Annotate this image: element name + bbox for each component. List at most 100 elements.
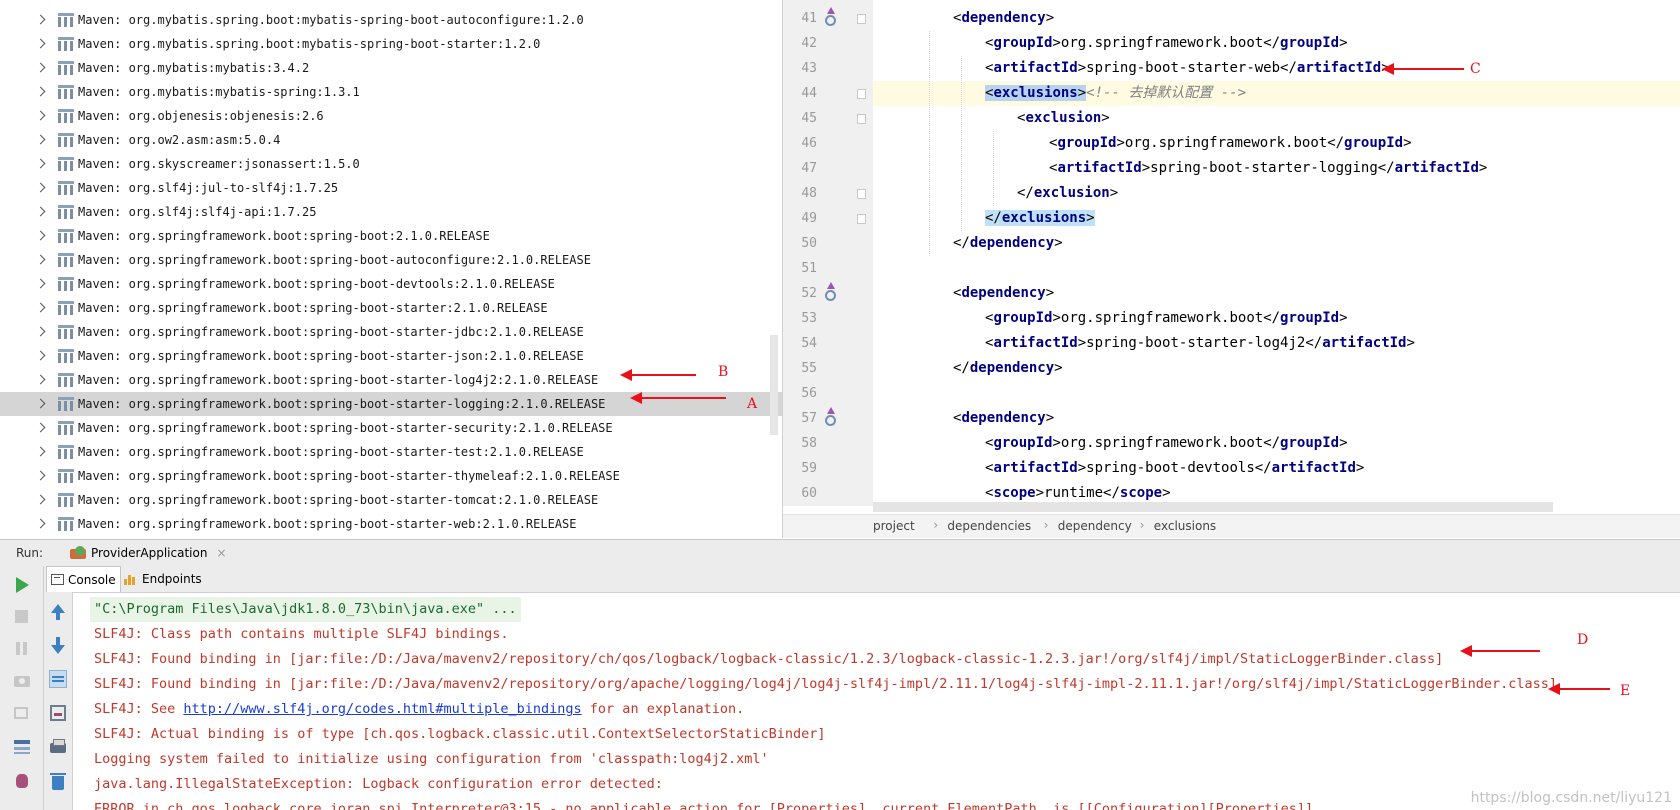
code-line[interactable]: <artifactId>spring-boot-starter-log4j2</… <box>873 331 1680 356</box>
tree-item[interactable]: Maven: org.objenesis:objenesis:2.6 <box>0 104 782 128</box>
debug-icon[interactable] <box>11 770 33 792</box>
layout-icon[interactable] <box>11 736 33 758</box>
chevron-right-icon[interactable] <box>36 159 46 169</box>
code-line[interactable]: <groupId>org.springframework.boot</group… <box>873 31 1680 56</box>
clear-all-icon[interactable] <box>47 770 69 792</box>
code-line[interactable]: <exclusion> <box>873 106 1680 131</box>
tree-item[interactable]: Maven: org.springframework.boot:spring-b… <box>0 296 782 320</box>
run-config-tab[interactable]: ProviderApplication × <box>64 542 233 564</box>
chevron-right-icon[interactable] <box>36 471 46 481</box>
rerun-icon[interactable] <box>11 574 33 596</box>
scroll-up-icon[interactable] <box>47 602 69 624</box>
chevron-right-icon[interactable] <box>36 399 46 409</box>
code-line[interactable]: <dependency> <box>873 6 1680 31</box>
exit-icon[interactable] <box>11 702 33 724</box>
tab-endpoints[interactable]: Endpoints <box>120 566 206 592</box>
parent-dependency-icon[interactable] <box>821 407 837 427</box>
chevron-right-icon[interactable] <box>36 231 46 241</box>
tree-item[interactable]: Maven: org.slf4j:slf4j-api:1.7.25 <box>0 200 782 224</box>
parent-dependency-icon[interactable] <box>821 282 837 302</box>
breadcrumb-item[interactable]: dependencies <box>947 519 1031 533</box>
chevron-right-icon[interactable] <box>36 207 46 217</box>
dump-threads-icon[interactable] <box>11 670 33 692</box>
code-line[interactable]: <groupId>org.springframework.boot</group… <box>873 306 1680 331</box>
chevron-right-icon[interactable] <box>36 519 46 529</box>
code-line[interactable]: <exclusions><!-- 去掉默认配置 --> <box>873 81 1680 106</box>
code-line[interactable]: </exclusions> <box>873 206 1680 231</box>
code-line[interactable]: </dependency> <box>873 356 1680 381</box>
pom-editor[interactable]: 41 42 43 44 45 46 47 48 49 50 51 52 53 54 55 56 57 58 59 60… <box>783 0 1680 538</box>
horizontal-scrollbar[interactable] <box>873 502 1553 512</box>
chevron-right-icon[interactable] <box>36 327 46 337</box>
code-area[interactable]: <dependency> <groupId>org.springframework… <box>873 0 1680 506</box>
chevron-right-icon[interactable] <box>36 135 46 145</box>
code-line[interactable]: <dependency> <box>873 406 1680 431</box>
chevron-right-icon[interactable] <box>36 255 46 265</box>
chevron-right-icon[interactable] <box>36 303 46 313</box>
chevron-right-icon[interactable] <box>36 87 46 97</box>
fold-icon[interactable] <box>857 214 866 224</box>
pause-icon[interactable] <box>11 638 33 660</box>
fold-icon[interactable] <box>857 114 866 124</box>
tree-item[interactable]: Maven: org.springframework.boot:spring-b… <box>0 344 782 368</box>
xml-bracket: > <box>1355 460 1365 476</box>
code-line[interactable]: <artifactId>spring-boot-devtools</artifa… <box>873 456 1680 481</box>
breadcrumb: project › dependencies › dependency › exclusio… <box>783 514 1680 538</box>
tree-item[interactable]: Maven: org.springframework.boot:spring-b… <box>0 512 782 536</box>
parent-dependency-icon[interactable] <box>821 7 837 27</box>
print-icon[interactable] <box>47 736 69 758</box>
tree-item[interactable]: Maven: org.mybatis:mybatis-spring:1.3.1 <box>0 80 782 104</box>
console-output[interactable]: "C:\Program Files\Java\jdk1.8.0_73\bin\j… <box>73 593 1680 810</box>
chevron-right-icon[interactable] <box>36 375 46 385</box>
tree-item[interactable]: Maven: org.springframework.boot:spring-b… <box>0 368 782 392</box>
close-icon[interactable]: × <box>216 546 226 560</box>
chevron-right-icon[interactable] <box>36 111 46 121</box>
scroll-to-end-icon[interactable] <box>47 702 69 724</box>
tree-item[interactable]: Maven: org.springframework.boot:spring-b… <box>0 272 782 296</box>
chevron-right-icon[interactable] <box>36 423 46 433</box>
fold-icon[interactable] <box>857 89 866 99</box>
chevron-right-icon[interactable] <box>36 447 46 457</box>
chevron-right-icon[interactable] <box>36 39 46 49</box>
code-line[interactable] <box>873 256 1680 281</box>
stop-icon[interactable] <box>11 606 33 628</box>
tree-item[interactable]: Maven: org.springframework.boot:spring-b… <box>0 392 782 416</box>
scroll-down-icon[interactable] <box>47 634 69 656</box>
xml-bracket: </ <box>1103 485 1120 501</box>
chevron-right-icon[interactable] <box>36 63 46 73</box>
breadcrumb-item[interactable]: exclusions <box>1154 519 1216 533</box>
chevron-right-icon[interactable] <box>36 15 46 25</box>
tree-item[interactable]: Maven: org.springframework.boot:spring-b… <box>0 224 782 248</box>
tab-console[interactable]: Console <box>46 566 121 592</box>
xml-bracket: > <box>1478 160 1488 176</box>
fold-icon[interactable] <box>857 14 866 24</box>
tree-item[interactable]: Maven: org.springframework.boot:spring-b… <box>0 416 782 440</box>
tree-item[interactable]: Maven: org.mybatis:mybatis:3.4.2 <box>0 56 782 80</box>
xml-tag-name: groupId <box>1344 135 1404 151</box>
code-line[interactable]: <artifactId>spring-boot-starter-web</art… <box>873 56 1680 81</box>
code-line[interactable] <box>873 381 1680 406</box>
soft-wrap-icon[interactable] <box>47 668 69 690</box>
tree-item[interactable]: Maven: org.skyscreamer:jsonassert:1.5.0 <box>0 152 782 176</box>
tree-item[interactable]: Maven: org.springframework.boot:spring-b… <box>0 248 782 272</box>
tree-scrollbar[interactable] <box>770 335 778 435</box>
chevron-right-icon[interactable] <box>36 351 46 361</box>
console-link[interactable]: http://www.slf4j.org/codes.html#multiple… <box>183 701 581 717</box>
tree-item[interactable]: Maven: org.springframework.boot:spring-b… <box>0 320 782 344</box>
breadcrumb-item[interactable]: project <box>873 519 915 533</box>
breadcrumb-item[interactable]: dependency <box>1058 519 1132 533</box>
chevron-right-icon[interactable] <box>36 183 46 193</box>
tree-item[interactable]: Maven: org.springframework.boot:spring-b… <box>0 440 782 464</box>
tree-item[interactable]: Maven: org.springframework.boot:spring-b… <box>0 488 782 512</box>
tree-item[interactable]: Maven: org.mybatis.spring.boot:mybatis-s… <box>0 32 782 56</box>
tree-item[interactable]: Maven: org.springframework.boot:spring-b… <box>0 464 782 488</box>
fold-icon[interactable] <box>857 189 866 199</box>
tree-item[interactable]: Maven: org.slf4j:jul-to-slf4j:1.7.25 <box>0 176 782 200</box>
tree-item[interactable]: Maven: org.mybatis.spring.boot:mybatis-s… <box>0 8 782 32</box>
code-line[interactable]: <groupId>org.springframework.boot</group… <box>873 431 1680 456</box>
code-line[interactable]: <dependency> <box>873 281 1680 306</box>
chevron-right-icon[interactable] <box>36 279 46 289</box>
tree-item[interactable]: Maven: org.ow2.asm:asm:5.0.4 <box>0 128 782 152</box>
chevron-right-icon[interactable] <box>36 495 46 505</box>
code-line[interactable]: </dependency> <box>873 231 1680 256</box>
